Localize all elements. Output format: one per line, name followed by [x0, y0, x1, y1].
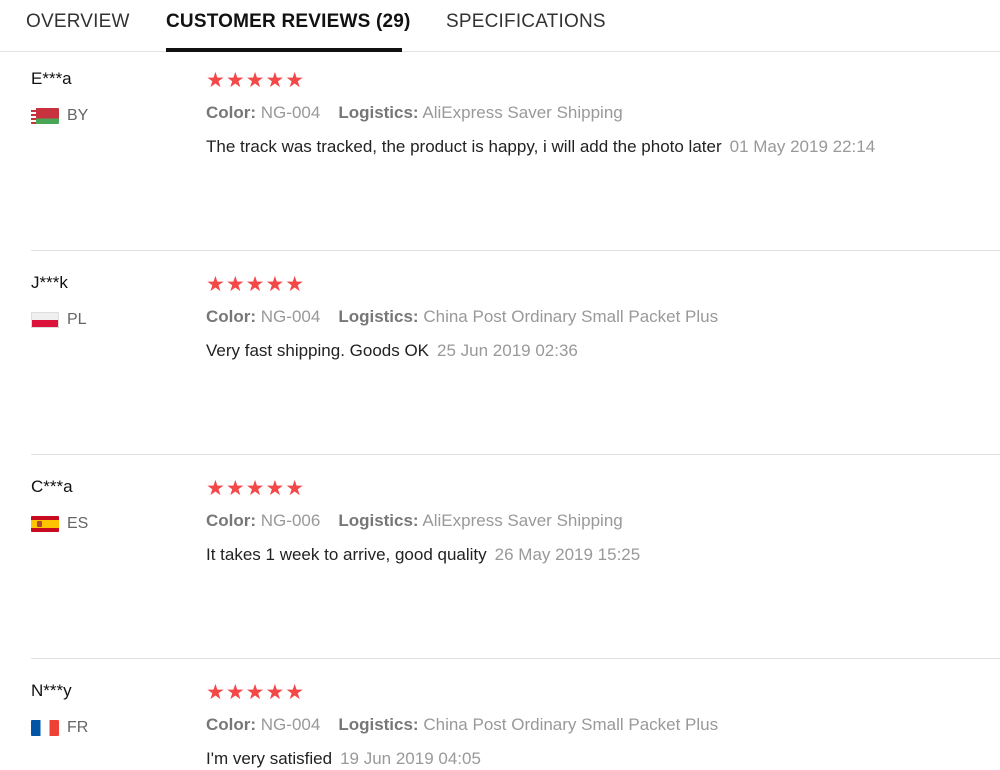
- color-value: NG-004: [260, 307, 321, 326]
- reviewer-country: PL: [31, 311, 87, 329]
- logistics-label: Logistics:: [338, 307, 419, 326]
- review-text: It takes 1 week to arrive, good quality: [206, 545, 487, 564]
- review-date: 26 May 2019 15:25: [494, 545, 641, 564]
- color-label: Color:: [206, 715, 257, 734]
- review-divider: [31, 454, 1000, 455]
- reviewer-name: N***y: [31, 681, 72, 700]
- logistics-value: AliExpress Saver Shipping: [422, 103, 623, 122]
- review-text: The track was tracked, the product is ha…: [206, 137, 722, 156]
- review-text: I'm very satisfied: [206, 749, 333, 768]
- reviewer-name: E***a: [31, 69, 72, 88]
- tab-specifications[interactable]: SPECIFICATIONS: [446, 0, 606, 52]
- country-code: FR: [67, 719, 89, 736]
- review-attributes: Color: NG-004 Logistics: China Post Ordin…: [206, 307, 718, 327]
- belarus-flag-icon: [31, 108, 59, 124]
- review-attributes: Color: NG-006 Logistics: AliExpress Saver…: [206, 511, 623, 531]
- review-date: 19 Jun 2019 04:05: [340, 749, 481, 768]
- star-rating: ★★★★★: [206, 273, 306, 296]
- review-feedback: It takes 1 week to arrive, good quality 2…: [206, 545, 640, 565]
- review-feedback: Very fast shipping. Goods OK 25 Jun 2019 …: [206, 341, 578, 361]
- poland-flag-icon: [31, 312, 59, 328]
- review-attributes: Color: NG-004 Logistics: China Post Ordin…: [206, 715, 718, 735]
- country-code: BY: [67, 107, 89, 124]
- logistics-label: Logistics:: [338, 511, 419, 530]
- star-rating: ★★★★★: [206, 681, 306, 704]
- country-code: PL: [67, 311, 87, 328]
- review-text: Very fast shipping. Goods OK: [206, 341, 430, 360]
- logistics-label: Logistics:: [338, 103, 419, 122]
- review-feedback: I'm very satisfied 19 Jun 2019 04:05: [206, 749, 481, 769]
- logistics-value: China Post Ordinary Small Packet Plus: [423, 307, 719, 326]
- star-rating: ★★★★★: [206, 477, 306, 500]
- product-tabs: OVERVIEW CUSTOMER REVIEWS (29) SPECIFICA…: [0, 0, 1000, 52]
- color-label: Color:: [206, 103, 257, 122]
- logistics-label: Logistics:: [338, 715, 419, 734]
- review-feedback: The track was tracked, the product is ha…: [206, 137, 875, 157]
- star-rating: ★★★★★: [206, 69, 306, 92]
- reviewer-country: FR: [31, 719, 88, 737]
- color-value: NG-006: [260, 511, 321, 530]
- review-item: E***a BY ★★★★★ Color: NG-004 Logistics: A…: [0, 52, 1000, 256]
- reviewer-country: ES: [31, 515, 88, 533]
- review-date: 01 May 2019 22:14: [729, 137, 876, 156]
- color-label: Color:: [206, 307, 257, 326]
- review-item: J***k PL ★★★★★ Color: NG-004 Logistics: C…: [0, 250, 1000, 454]
- review-divider: [31, 250, 1000, 251]
- france-flag-icon: [31, 720, 59, 736]
- color-value: NG-004: [260, 715, 321, 734]
- logistics-value: AliExpress Saver Shipping: [422, 511, 623, 530]
- reviewer-name: J***k: [31, 273, 68, 292]
- review-date: 25 Jun 2019 02:36: [437, 341, 578, 360]
- country-code: ES: [67, 515, 89, 532]
- review-item: C***a ES ★★★★★ Color: NG-006 Logistics: A…: [0, 454, 1000, 658]
- reviewer-name: C***a: [31, 477, 73, 496]
- tab-customer-reviews[interactable]: CUSTOMER REVIEWS (29): [166, 0, 410, 52]
- logistics-value: China Post Ordinary Small Packet Plus: [423, 715, 719, 734]
- reviewer-country: BY: [31, 107, 88, 125]
- spain-flag-icon: [31, 516, 59, 532]
- color-value: NG-004: [260, 103, 321, 122]
- tab-overview[interactable]: OVERVIEW: [26, 0, 130, 52]
- color-label: Color:: [206, 511, 257, 530]
- review-item: N***y FR ★★★★★ Color: NG-004 Logistics: C…: [0, 658, 1000, 770]
- review-attributes: Color: NG-004 Logistics: AliExpress Saver…: [206, 103, 623, 123]
- review-divider: [31, 658, 1000, 659]
